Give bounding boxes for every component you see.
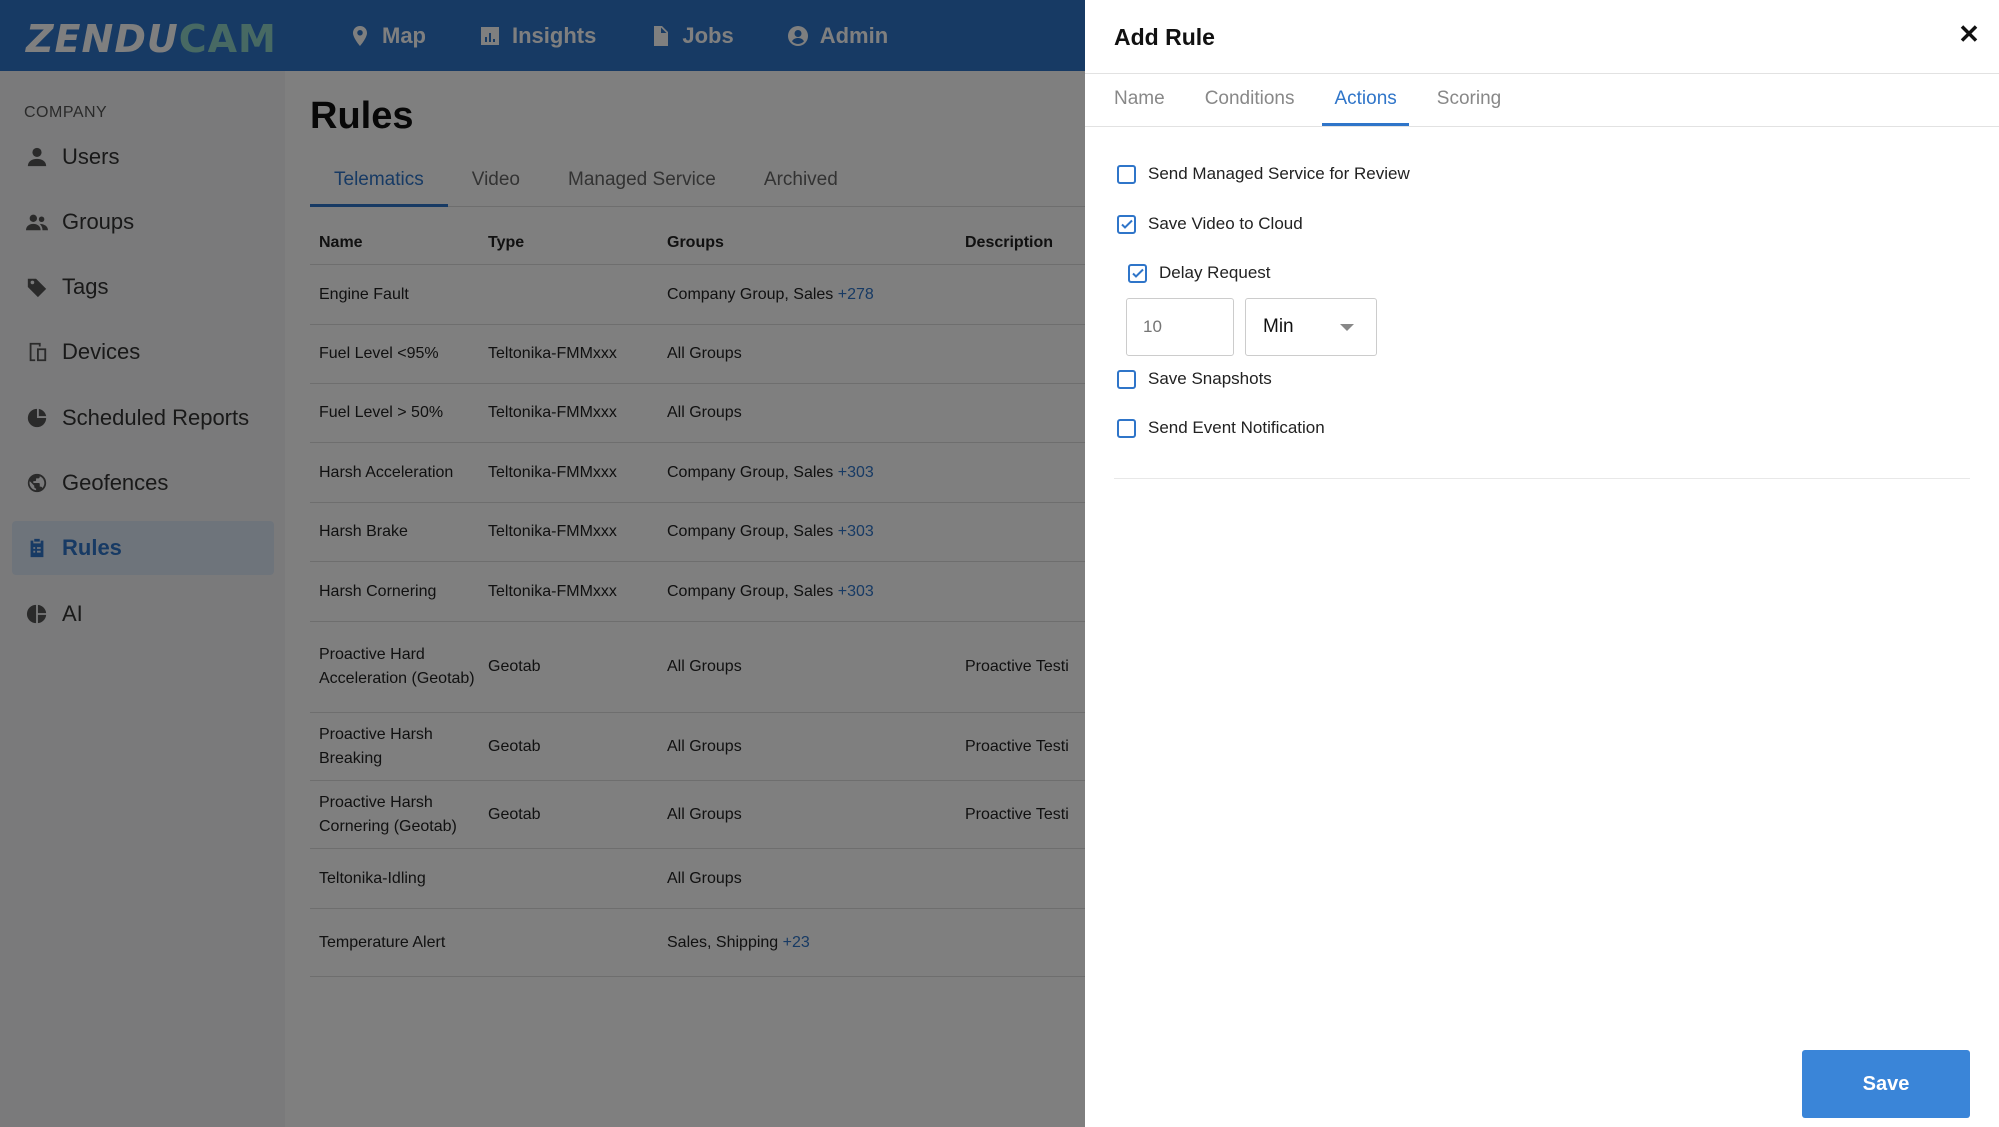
close-icon: ✕	[1958, 19, 1980, 49]
drawer-tabs: Name Conditions Actions Scoring	[1102, 74, 1529, 126]
send-managed-service-label: Send Managed Service for Review	[1148, 164, 1410, 183]
modal-backdrop[interactable]	[0, 0, 1085, 1127]
save-snapshots-option: Save Snapshots	[1117, 369, 1272, 389]
save-snapshots-checkbox[interactable]	[1117, 369, 1136, 389]
checkmark-icon	[1131, 268, 1144, 278]
send-event-notification-option: Send Event Notification	[1117, 418, 1325, 438]
delay-unit-select[interactable]: Min	[1245, 298, 1377, 356]
chevron-down-icon	[1340, 324, 1354, 331]
save-video-label: Save Video to Cloud	[1148, 214, 1303, 233]
delay-value-input[interactable]	[1126, 298, 1234, 356]
tab-name[interactable]: Name	[1102, 74, 1177, 126]
add-rule-drawer: Add Rule ✕ Name Conditions Actions Scori…	[1085, 0, 1999, 1127]
save-video-option: Save Video to Cloud	[1117, 214, 1303, 234]
send-managed-service-checkbox[interactable]	[1117, 164, 1136, 184]
tab-conditions[interactable]: Conditions	[1193, 74, 1307, 126]
tab-scoring[interactable]: Scoring	[1425, 74, 1513, 126]
send-event-notification-checkbox[interactable]	[1117, 418, 1136, 438]
save-button[interactable]: Save	[1802, 1050, 1970, 1118]
save-video-checkbox[interactable]	[1117, 214, 1136, 234]
save-snapshots-label: Save Snapshots	[1148, 369, 1272, 388]
close-button[interactable]: ✕	[1955, 20, 1983, 48]
delay-unit-value: Min	[1263, 316, 1294, 337]
delay-request-option: Delay Request	[1128, 263, 1271, 283]
send-event-notification-label: Send Event Notification	[1148, 418, 1325, 437]
delay-request-checkbox[interactable]	[1128, 263, 1147, 283]
delay-request-label: Delay Request	[1159, 263, 1271, 282]
tab-actions[interactable]: Actions	[1322, 74, 1409, 126]
drawer-title: Add Rule	[1114, 24, 1215, 50]
divider	[1114, 478, 1970, 479]
send-managed-service-option: Send Managed Service for Review	[1117, 164, 1410, 184]
divider	[1085, 126, 1999, 127]
checkmark-icon	[1120, 219, 1133, 229]
